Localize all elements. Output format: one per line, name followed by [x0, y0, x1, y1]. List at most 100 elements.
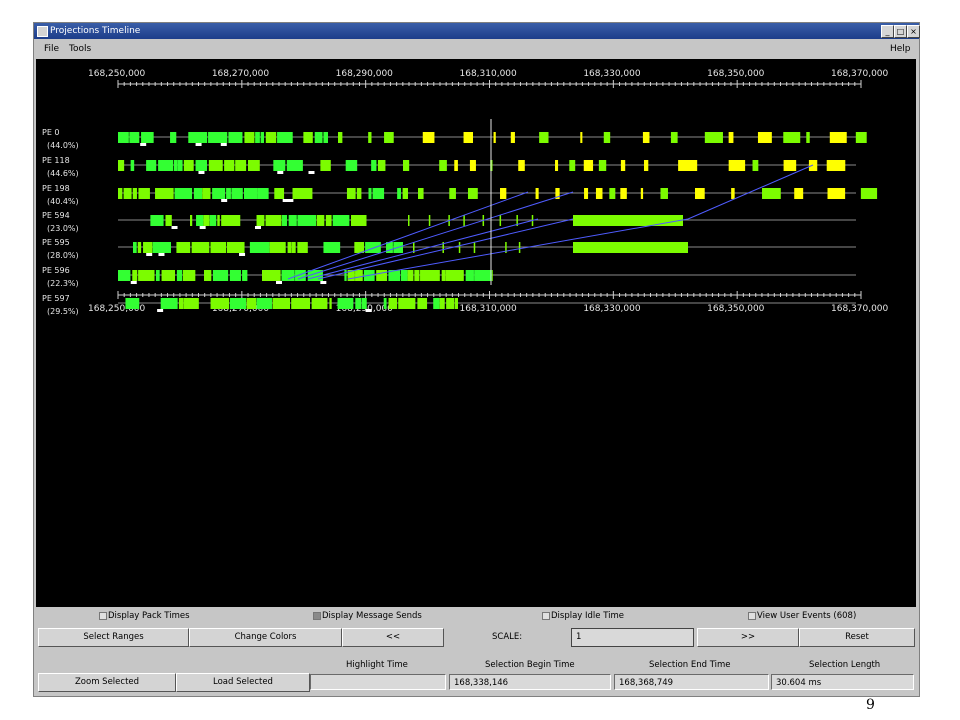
busy-interval	[146, 160, 157, 171]
busy-interval	[118, 132, 129, 143]
busy-interval	[806, 132, 810, 143]
busy-interval	[320, 160, 331, 171]
display-pack-times-checkbox[interactable]: Display Pack Times	[99, 610, 190, 622]
previous-button[interactable]: <<	[342, 628, 444, 647]
busy-interval	[265, 215, 282, 226]
title-bar[interactable]: Projections Timeline _ □ ×	[34, 23, 920, 39]
load-selected-button[interactable]: Load Selected	[176, 673, 310, 692]
selection-begin-label: Selection Begin Time	[485, 660, 575, 670]
busy-interval	[365, 242, 381, 253]
busy-interval	[196, 215, 204, 226]
busy-interval	[208, 160, 223, 171]
busy-interval	[384, 132, 394, 143]
busy-interval	[643, 160, 649, 171]
busy-interval	[397, 188, 401, 199]
busy-interval	[141, 132, 154, 143]
busy-interval	[152, 242, 171, 253]
busy-interval	[642, 132, 650, 143]
pack-time-marker	[254, 226, 261, 229]
busy-interval	[297, 242, 308, 253]
busy-interval	[660, 188, 668, 199]
busy-interval	[174, 188, 193, 199]
busy-interval	[598, 160, 607, 171]
busy-interval	[463, 215, 465, 226]
selection-length-field[interactable]: 30.604 ms	[771, 674, 914, 690]
pack-time-marker	[146, 253, 153, 256]
busy-interval	[183, 160, 194, 171]
pack-time-marker	[195, 143, 202, 146]
pack-time-marker	[239, 253, 246, 256]
busy-interval	[291, 242, 296, 253]
busy-interval	[138, 270, 155, 281]
busy-interval	[130, 160, 135, 171]
busy-interval	[203, 215, 210, 226]
selection-begin-field[interactable]: 168,338,146	[449, 674, 611, 690]
busy-interval	[620, 160, 626, 171]
pack-time-marker	[171, 226, 178, 229]
maximize-icon[interactable]: □	[894, 25, 907, 38]
next-button[interactable]: >>	[697, 628, 799, 647]
busy-interval	[177, 160, 183, 171]
display-message-sends-checkbox[interactable]: Display Message Sends	[313, 610, 422, 622]
highlight-time-field[interactable]	[310, 674, 446, 690]
selection-end-field[interactable]: 168,368,749	[614, 674, 769, 690]
busy-block	[573, 215, 683, 226]
busy-interval	[855, 132, 867, 143]
busy-interval	[329, 298, 332, 309]
busy-interval	[454, 160, 458, 171]
busy-block	[573, 242, 688, 253]
busy-interval	[569, 160, 576, 171]
busy-interval	[143, 242, 153, 253]
scale-input[interactable]: 1	[571, 628, 694, 647]
busy-interval	[208, 132, 228, 143]
busy-interval	[155, 188, 174, 199]
menu-tools[interactable]: Tools	[69, 40, 91, 58]
busy-interval	[195, 160, 208, 171]
close-icon[interactable]: ×	[907, 25, 920, 38]
busy-interval	[361, 298, 367, 309]
busy-interval	[454, 298, 458, 309]
menu-file[interactable]: File	[44, 40, 59, 58]
busy-interval	[469, 160, 476, 171]
view-user-events-checkbox[interactable]: View User Events (608)	[748, 610, 856, 622]
menu-help[interactable]: Help	[890, 40, 911, 58]
busy-interval	[182, 270, 196, 281]
busy-interval	[256, 215, 265, 226]
busy-interval	[160, 298, 178, 309]
busy-interval	[463, 132, 474, 143]
timeline-plot[interactable]	[36, 59, 916, 607]
timeline-canvas[interactable]: 168,250,000 168,270,000 168,290,000 168,310…	[36, 59, 916, 607]
display-idle-time-checkbox[interactable]: Display Idle Time	[542, 610, 624, 622]
zoom-selected-button[interactable]: Zoom Selected	[38, 673, 176, 692]
reset-button[interactable]: Reset	[799, 628, 915, 647]
select-ranges-button[interactable]: Select Ranges	[38, 628, 189, 647]
pack-time-marker	[140, 143, 147, 146]
busy-interval	[826, 160, 846, 171]
busy-interval	[417, 298, 428, 309]
busy-interval	[383, 298, 387, 309]
busy-interval	[640, 188, 644, 199]
busy-interval	[255, 132, 260, 143]
busy-interval	[325, 215, 332, 226]
busy-interval	[346, 188, 356, 199]
busy-interval	[829, 132, 847, 143]
busy-interval	[256, 298, 272, 309]
minimize-icon[interactable]: _	[881, 25, 894, 38]
window-menu-icon[interactable]	[37, 26, 48, 37]
busy-interval	[420, 270, 440, 281]
busy-interval	[584, 188, 589, 199]
busy-interval	[400, 270, 408, 281]
pack-time-marker	[220, 143, 227, 146]
busy-interval	[286, 160, 303, 171]
busy-interval	[118, 188, 123, 199]
busy-interval	[323, 132, 328, 143]
message-send-line	[287, 191, 529, 280]
pack-time-marker	[277, 171, 284, 174]
busy-interval	[518, 160, 525, 171]
busy-interval	[316, 215, 325, 226]
busy-interval	[235, 160, 247, 171]
change-colors-button[interactable]: Change Colors	[189, 628, 342, 647]
busy-interval	[757, 132, 772, 143]
busy-interval	[242, 270, 248, 281]
busy-interval	[269, 242, 286, 253]
